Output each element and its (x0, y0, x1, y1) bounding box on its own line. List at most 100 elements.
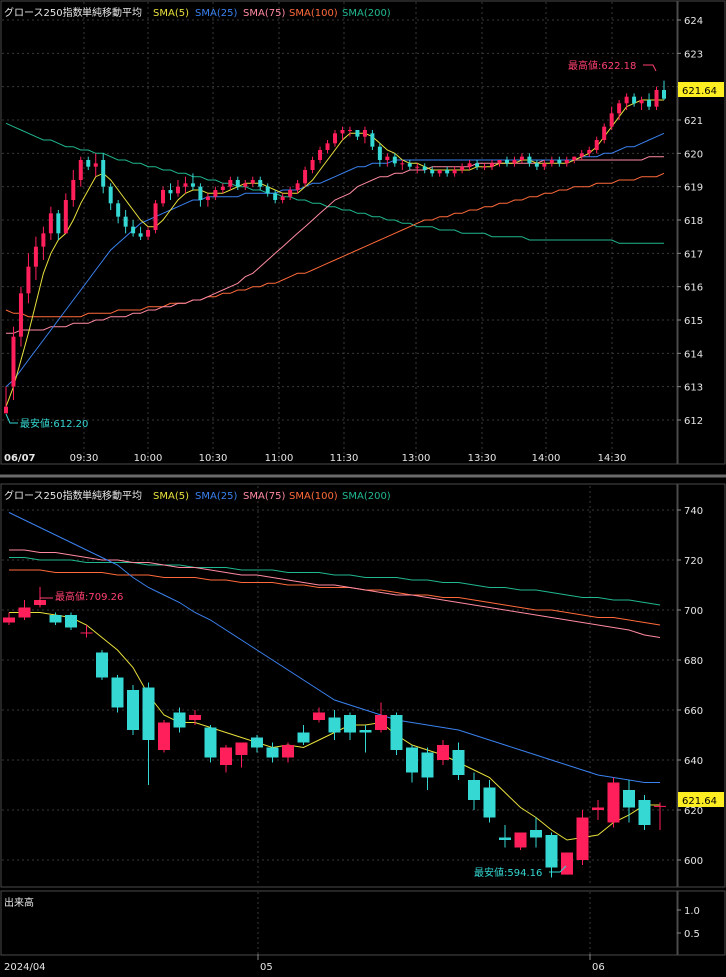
daily-candles (3, 586, 666, 878)
intraday-candle (564, 156, 569, 167)
daily-candle (468, 772, 480, 810)
intraday-candle-body (63, 200, 68, 234)
intraday-y-axis: 612613614615616617618619620621622623624 (677, 16, 703, 427)
intraday-candle-body (175, 186, 180, 194)
legend-sma100: SMA(100) (289, 8, 338, 19)
intraday-candle-body (33, 246, 38, 267)
legend-sma25: SMA(25) (195, 8, 237, 19)
intraday-candle (161, 186, 166, 207)
intraday-candle-body (557, 160, 562, 164)
daily-candle-body (468, 780, 480, 800)
intraday-y-tick-label: 614 (684, 349, 703, 360)
legend-ma-type: 単純移動平均 (82, 6, 142, 19)
daily-price-tag: 621.64 (678, 792, 724, 807)
intraday-candle (146, 226, 151, 240)
daily-candle (390, 712, 403, 755)
intraday-candle (280, 193, 285, 204)
daily-candle-body (204, 727, 217, 758)
daily-legend-sma100: SMA(100) (289, 491, 338, 502)
intraday-candle (579, 150, 584, 160)
intraday-candle-body (303, 170, 308, 184)
intraday-candle-body (123, 216, 128, 227)
intraday-candle-body (11, 336, 16, 387)
intraday-last-price: 621.64 (682, 86, 717, 97)
intraday-candle (407, 160, 412, 170)
intraday-y-tick-label: 620 (684, 149, 703, 160)
intraday-x-tick-label: 11:30 (330, 453, 359, 464)
daily-y-tick-label: 640 (684, 756, 703, 767)
intraday-candle (138, 226, 143, 240)
intraday-candle-body (497, 160, 502, 164)
intraday-x-axis: 06/07 09:30 10:00 10:30 11:00 11:30 13:00 13:30… (4, 453, 626, 464)
intraday-candle (243, 180, 248, 190)
daily-candle-body (80, 632, 93, 634)
intraday-candle-body (161, 190, 166, 204)
daily-candle-body (359, 730, 372, 733)
intraday-candle (519, 153, 524, 164)
intraday-candle (33, 236, 38, 280)
intraday-candle-body (220, 186, 225, 190)
intraday-candle-body (377, 146, 382, 160)
intraday-candle-body (190, 183, 195, 187)
daily-candle (3, 612, 15, 625)
daily-high-label: 最高値:709.26 (55, 590, 123, 603)
intraday-candle-body (198, 186, 203, 200)
intraday-y-tick-label: 621 (684, 116, 703, 127)
intraday-candle (101, 153, 106, 194)
intraday-panel: 612613614615616617618619620621622623624 … (2, 2, 724, 464)
intraday-candle-body (609, 113, 614, 127)
daily-y-tick-label: 660 (684, 706, 703, 717)
intraday-candle (445, 166, 450, 177)
intraday-candle (183, 176, 188, 194)
intraday-candle (512, 156, 517, 167)
intraday-candle-body (318, 150, 323, 160)
daily-frame (0, 483, 679, 888)
intraday-candle (587, 146, 592, 157)
intraday-candle (639, 96, 644, 110)
intraday-candle (303, 166, 308, 187)
daily-candle-body (406, 747, 418, 773)
intraday-candle (205, 193, 210, 207)
intraday-candle-body (579, 153, 584, 157)
intraday-candle (602, 123, 607, 144)
intraday-candle (123, 210, 128, 234)
intraday-y-tick-label: 624 (684, 16, 703, 27)
intraday-candle-body (370, 133, 375, 147)
volume-x-tick-label: 05 (260, 962, 273, 973)
intraday-candle (56, 210, 61, 240)
intraday-candle-body (587, 150, 592, 154)
daily-candle (127, 685, 139, 735)
daily-candle-body (3, 617, 15, 623)
intraday-candle-body (542, 163, 547, 167)
volume-y-tick-label: 1.0 (684, 906, 700, 917)
daily-panel: 600 620 640 660 680 700 720 740 グロース250指数 単純移動平… (2, 486, 724, 886)
intraday-candle (86, 156, 91, 170)
intraday-x-tick-label: 06/07 (4, 453, 36, 464)
intraday-candle (527, 153, 532, 167)
intraday-candle (108, 183, 113, 210)
intraday-candle (228, 176, 233, 190)
intraday-candle (624, 93, 629, 110)
intraday-low-annotation: 最安値:612.20 (5, 413, 88, 430)
intraday-candle-body (504, 160, 509, 164)
daily-candle-body (607, 782, 620, 823)
daily-candle (65, 612, 77, 630)
daily-candle-body (173, 712, 186, 728)
daily-low-label: 最安値:594.16 (474, 866, 542, 879)
intraday-candle (41, 226, 46, 260)
intraday-candle (265, 183, 270, 197)
intraday-candle-body (131, 226, 136, 234)
intraday-candle (594, 136, 599, 154)
intraday-candle (609, 106, 614, 130)
daily-candle (654, 802, 666, 830)
intraday-candle-body (475, 163, 480, 167)
intraday-candle-body (437, 170, 442, 174)
daily-candle (514, 832, 527, 850)
intraday-candle-body (617, 103, 622, 114)
daily-candle (499, 825, 511, 848)
intraday-candle (198, 183, 203, 207)
daily-high-annotation: 最高値:709.26 (39, 590, 123, 606)
daily-candle-body (111, 677, 124, 708)
daily-candle (375, 702, 387, 733)
intraday-y-tick-label: 623 (684, 49, 703, 60)
